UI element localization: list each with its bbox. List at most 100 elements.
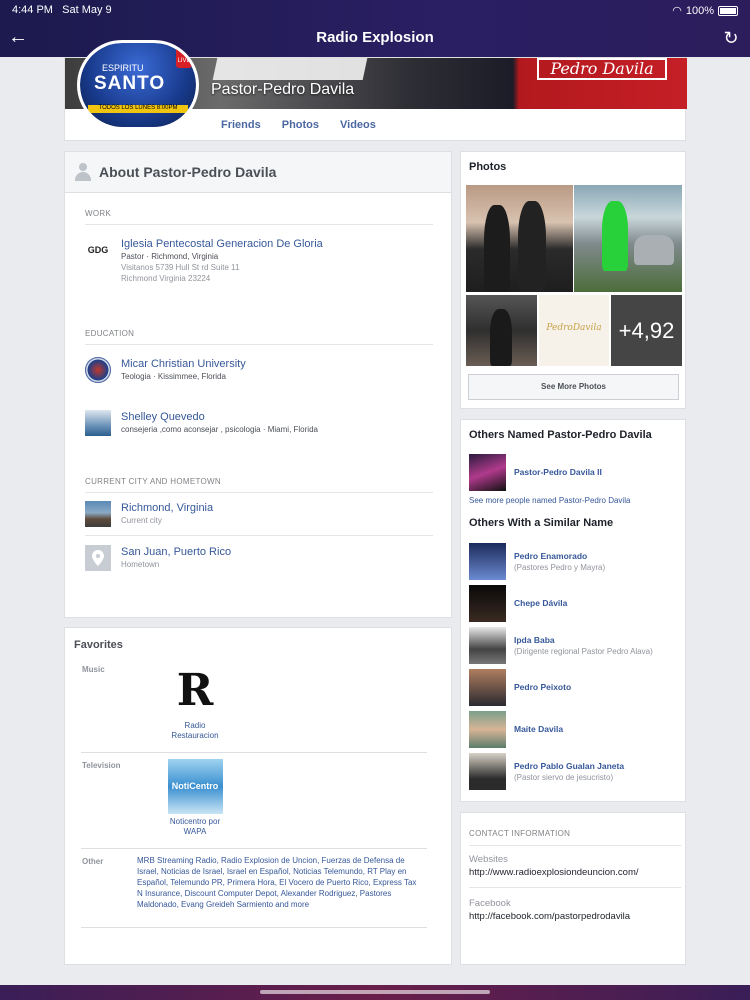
- education-thumbnail: [85, 410, 111, 436]
- work-name[interactable]: Iglesia Pentecostal Generacion De Gloria: [121, 237, 323, 251]
- contact-label: CONTACT INFORMATION: [469, 829, 571, 838]
- work-label: WORK: [85, 209, 433, 225]
- others-named-title: Others Named Pastor-Pedro Davila: [469, 429, 652, 441]
- work-address-line1: Visitanos 5739 Hull St rd Suite 11: [121, 263, 240, 272]
- list-item[interactable]: Pastor-Pedro Davila II: [469, 454, 602, 491]
- places-label: CURRENT CITY AND HOMETOWN: [85, 477, 433, 493]
- divider: [469, 845, 681, 846]
- radio-logo: R: [167, 663, 223, 718]
- photos-title: Photos: [469, 161, 507, 173]
- photo-figure: [602, 201, 628, 271]
- photo-tile-text: PedroDavila: [546, 323, 602, 333]
- facebook-link[interactable]: http://facebook.com/pastorpedrodavila: [469, 911, 630, 922]
- person-sub: (Dirigente regional Pastor Pedro Alava): [514, 646, 653, 656]
- work-section: WORK GDG Iglesia Pentecostal Generacion …: [85, 209, 433, 283]
- place-name[interactable]: Richmond, Virginia: [121, 501, 213, 515]
- avatar: [469, 454, 506, 491]
- refresh-button[interactable]: ↻: [720, 27, 742, 49]
- favorites-title: Favorites: [74, 639, 123, 651]
- city-thumbnail: [85, 501, 111, 527]
- education-name[interactable]: Shelley Quevedo: [121, 410, 318, 424]
- photo-tile-more[interactable]: +4,92: [611, 295, 682, 366]
- wifi-icon: ◠: [672, 5, 682, 17]
- person-name: Ipda Baba: [514, 634, 555, 645]
- cover-script-text: Pedro Davila: [537, 58, 667, 80]
- person-name: Maite Davila: [514, 724, 564, 734]
- photo-figure: [490, 309, 512, 366]
- website-link[interactable]: http://www.radioexplosiondeuncion.com/: [469, 867, 639, 878]
- person-name: Pedro Enamorado: [514, 550, 588, 561]
- see-more-named-link[interactable]: See more people named Pastor-Pedro Davil…: [469, 496, 630, 505]
- divider: [85, 535, 433, 536]
- person-name: Pedro Pablo Gualan Janeta: [514, 760, 625, 771]
- education-label: EDUCATION: [85, 329, 433, 345]
- person-sub: (Pastor siervo de jesucristo): [514, 772, 614, 782]
- favorite-music-name: Radio Restauracion: [171, 721, 219, 740]
- person-name: Pedro Peixoto: [514, 682, 572, 692]
- other-label: Other: [82, 857, 104, 866]
- divider: [81, 927, 427, 928]
- see-more-photos-button[interactable]: See More Photos: [468, 374, 679, 400]
- photo-figure: [484, 205, 510, 292]
- avatar: [469, 627, 506, 664]
- profile-picture-art: ESPIRITU SANTO TODOS LOS LUNES 8:00PM LI…: [80, 43, 196, 127]
- profile-picture[interactable]: ESPIRITU SANTO TODOS LOS LUNES 8:00PM LI…: [77, 40, 199, 130]
- place-entry: San Juan, Puerto Rico Hometown: [85, 545, 231, 571]
- favorite-other-list[interactable]: MRB Streaming Radio, Radio Explosion de …: [137, 855, 417, 910]
- avatar: [469, 669, 506, 706]
- tab-friends[interactable]: Friends: [221, 119, 261, 131]
- place-sub: Current city: [121, 516, 162, 525]
- battery-icon: [718, 5, 738, 16]
- photo-tile[interactable]: PedroDavila: [539, 295, 609, 366]
- education-sub: Teologia · Kissimmee, Florida: [121, 372, 226, 381]
- divider: [81, 752, 427, 753]
- profile-picture-main-text: SANTO: [94, 73, 166, 94]
- favorite-music-item[interactable]: R Radio Restauracion: [166, 663, 224, 741]
- battery-percent: 100%: [685, 4, 714, 17]
- favorite-tv-item[interactable]: NotiCentro Noticentro por WAPA: [166, 759, 224, 837]
- status-right: ◠ 100%: [672, 4, 738, 17]
- list-item[interactable]: Ipda Baba (Dirigente regional Pastor Ped…: [469, 627, 653, 664]
- status-clock: 4:44 PM: [12, 4, 53, 16]
- list-item[interactable]: Pedro Peixoto: [469, 669, 571, 706]
- education-entry: Shelley Quevedo consejeria ,como aconsej…: [85, 410, 318, 436]
- work-address-line2: Richmond Virginia 23224: [121, 274, 211, 283]
- more-photos-count: +4,92: [611, 295, 682, 366]
- list-item[interactable]: Maite Davila: [469, 711, 563, 748]
- photo-tile[interactable]: [466, 295, 537, 366]
- map-pin-icon: [85, 545, 111, 571]
- place-name[interactable]: San Juan, Puerto Rico: [121, 545, 231, 559]
- home-indicator[interactable]: [260, 990, 490, 994]
- similar-name-title: Others With a Similar Name: [469, 517, 614, 529]
- education-name[interactable]: Micar Christian University: [121, 357, 246, 371]
- list-item[interactable]: Chepe Dávila: [469, 585, 567, 622]
- avatar: [469, 711, 506, 748]
- person-sub: (Pastores Pedro y Mayra): [514, 562, 606, 572]
- about-header: About Pastor-Pedro Davila: [65, 152, 451, 193]
- education-sub: consejeria ,como aconsejar , psicologia …: [121, 425, 318, 434]
- websites-label: Websites: [469, 854, 508, 865]
- divider: [81, 848, 427, 849]
- contact-card: CONTACT INFORMATION Websites http://www.…: [460, 812, 686, 965]
- tab-photos[interactable]: Photos: [282, 119, 319, 131]
- tab-videos[interactable]: Videos: [340, 119, 376, 131]
- education-section: EDUCATION Micar Christian University Teo…: [85, 329, 433, 436]
- profile-tabs: Friends Photos Videos: [221, 119, 376, 131]
- status-time: 4:44 PM Sat May 9: [12, 4, 112, 16]
- about-card: About Pastor-Pedro Davila WORK GDG Igles…: [64, 151, 452, 618]
- profile-name: Pastor-Pedro Davila: [211, 81, 355, 98]
- photo-tile[interactable]: [466, 185, 573, 292]
- place-entry: Richmond, Virginia Current city: [85, 501, 213, 527]
- avatar: [469, 753, 506, 790]
- music-label: Music: [82, 665, 105, 674]
- photo-tile[interactable]: [574, 185, 682, 292]
- person-name: Pastor-Pedro Davila II: [514, 467, 602, 477]
- list-item[interactable]: Pedro Enamorado (Pastores Pedro y Mayra): [469, 543, 605, 580]
- places-section: CURRENT CITY AND HOMETOWN Richmond, Virg…: [85, 477, 433, 571]
- university-seal: [85, 357, 111, 383]
- list-item[interactable]: Pedro Pablo Gualan Janeta (Pastor siervo…: [469, 753, 624, 790]
- status-date: Sat May 9: [62, 4, 112, 16]
- avatar: [469, 585, 506, 622]
- about-title: About Pastor-Pedro Davila: [99, 164, 277, 180]
- person-icon: [75, 163, 91, 181]
